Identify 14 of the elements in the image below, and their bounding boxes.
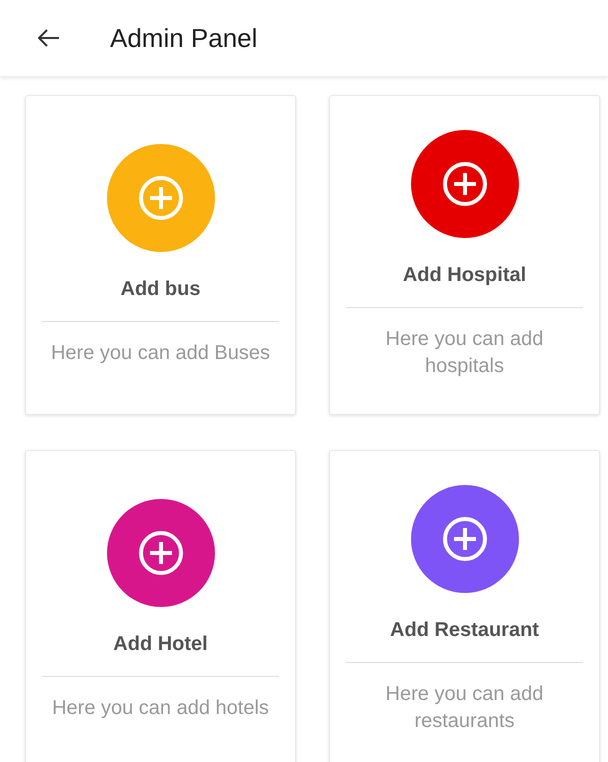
- card-title: Add Hotel: [113, 632, 208, 656]
- admin-card[interactable]: Add Restaurant Here you can add restaurants: [329, 450, 600, 762]
- card-description: Here you can add Buses: [50, 340, 270, 366]
- admin-card[interactable]: Add Hotel Here you can add hotels: [25, 450, 296, 762]
- page-title: Admin Panel: [110, 22, 258, 54]
- card-title: Add Restaurant: [390, 619, 539, 642]
- back-button[interactable]: [38, 29, 60, 47]
- card-description: Here you can add hotels: [52, 696, 269, 720]
- admin-card[interactable]: Add bus Here you can add Buses: [25, 95, 296, 415]
- admin-card[interactable]: Add Hospital Here you can add hospitals: [329, 95, 600, 415]
- card-description: Here you can add restaurants: [384, 682, 544, 734]
- card-title: Add bus: [120, 278, 200, 300]
- card-description: Here you can add hospitals: [384, 327, 544, 379]
- card-title: Add Hospital: [402, 264, 526, 287]
